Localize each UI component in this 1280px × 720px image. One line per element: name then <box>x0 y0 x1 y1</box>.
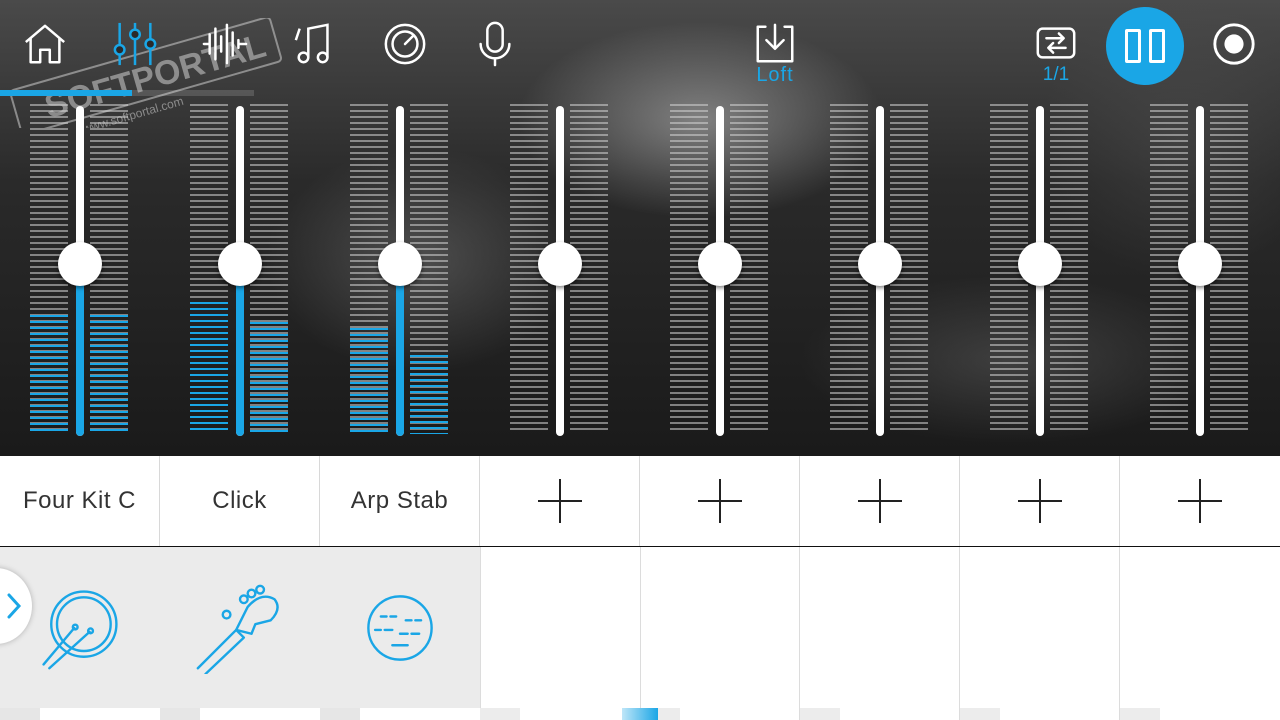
fader-knob[interactable] <box>858 242 902 286</box>
footer-strip <box>622 708 658 720</box>
footer-strip <box>160 708 200 720</box>
plus-icon <box>1017 479 1062 523</box>
channel-name[interactable]: Arp Stab <box>320 456 480 546</box>
meter-level <box>250 322 288 434</box>
meter-level <box>30 315 68 434</box>
channel-strip <box>480 96 640 456</box>
pause-button[interactable] <box>1106 7 1184 85</box>
footer-strip <box>360 708 480 720</box>
plus-icon <box>1177 479 1222 523</box>
instrument-slot-3[interactable] <box>320 547 479 720</box>
waveform-tab-button[interactable] <box>199 18 251 70</box>
chevron-right-icon <box>7 593 22 619</box>
channel-strip <box>800 96 960 456</box>
fader-knob[interactable] <box>538 242 582 286</box>
empty-slot[interactable] <box>800 547 960 720</box>
add-track-button[interactable] <box>960 456 1120 546</box>
fx-tab-button[interactable] <box>379 18 431 70</box>
pause-icon <box>1125 29 1141 63</box>
plus-icon <box>857 479 902 523</box>
footer-strip <box>1120 708 1160 720</box>
record-input-tab-button[interactable] <box>469 18 521 70</box>
footer-strip <box>40 708 160 720</box>
record-button[interactable] <box>1208 18 1260 70</box>
meter-level <box>190 302 228 434</box>
add-track-button[interactable] <box>1120 456 1279 546</box>
footer-strip <box>200 708 320 720</box>
plus-icon <box>697 479 742 523</box>
plus-icon <box>537 479 582 523</box>
add-track-button[interactable] <box>640 456 800 546</box>
footer-strip <box>480 708 520 720</box>
add-track-button[interactable] <box>800 456 960 546</box>
drum-kit-icon <box>41 589 118 669</box>
channel-strip <box>1120 96 1280 456</box>
fader-fill <box>396 264 404 436</box>
knob-icon <box>384 23 426 65</box>
footer-strip <box>320 708 360 720</box>
footer-strip <box>0 708 40 720</box>
empty-slot[interactable] <box>480 547 641 720</box>
download-icon <box>756 23 794 63</box>
footer-strip <box>800 708 840 720</box>
guitar-headstock-icon <box>196 584 279 674</box>
loop-button[interactable] <box>1030 18 1082 70</box>
fader-knob[interactable] <box>698 242 742 286</box>
meter-level <box>350 328 388 434</box>
home-button[interactable] <box>19 18 71 70</box>
channel-name-row: Four Kit C Click Arp Stab <box>0 456 1280 546</box>
add-track-button[interactable] <box>480 456 640 546</box>
mixer-icon <box>113 22 157 66</box>
empty-slot[interactable] <box>640 547 800 720</box>
loop-counter: 1/1 <box>1042 64 1070 85</box>
channel-name[interactable]: Four Kit C <box>0 456 160 546</box>
preset-button[interactable] <box>749 18 801 70</box>
channel-strip <box>640 96 800 456</box>
channel-strip <box>320 96 480 456</box>
home-icon <box>25 24 65 64</box>
channel-strip <box>0 96 160 456</box>
top-toolbar: Loft 1/1 <box>0 0 1280 92</box>
fader-knob[interactable] <box>218 242 262 286</box>
empty-slot[interactable] <box>960 547 1120 720</box>
record-icon <box>1213 23 1255 65</box>
loop-icon <box>1036 27 1076 59</box>
instrument-slot-2[interactable] <box>160 547 319 720</box>
fader-fill <box>76 264 84 436</box>
preset-name[interactable]: Loft <box>734 64 816 87</box>
instrument-slot-1[interactable] <box>0 547 159 720</box>
synth-face-icon <box>366 594 433 661</box>
fader-fill <box>236 264 244 436</box>
fader-knob[interactable] <box>1018 242 1062 286</box>
fader-knob[interactable] <box>58 242 102 286</box>
footer-strip <box>658 708 680 720</box>
fader-knob[interactable] <box>378 242 422 286</box>
meter-level <box>410 355 448 434</box>
music-notes-icon <box>294 23 329 64</box>
microphone-icon <box>479 21 511 67</box>
channel-name[interactable]: Click <box>160 456 320 546</box>
instrument-row <box>0 547 1280 720</box>
mixer-tab-button[interactable] <box>109 18 161 70</box>
channel-strip <box>960 96 1120 456</box>
empty-slot[interactable] <box>1120 547 1279 720</box>
meter-level <box>90 315 128 434</box>
channel-strip <box>160 96 320 456</box>
footer-strip <box>960 708 1000 720</box>
fader-knob[interactable] <box>1178 242 1222 286</box>
waveform-icon <box>202 23 248 65</box>
notes-tab-button[interactable] <box>289 18 341 70</box>
